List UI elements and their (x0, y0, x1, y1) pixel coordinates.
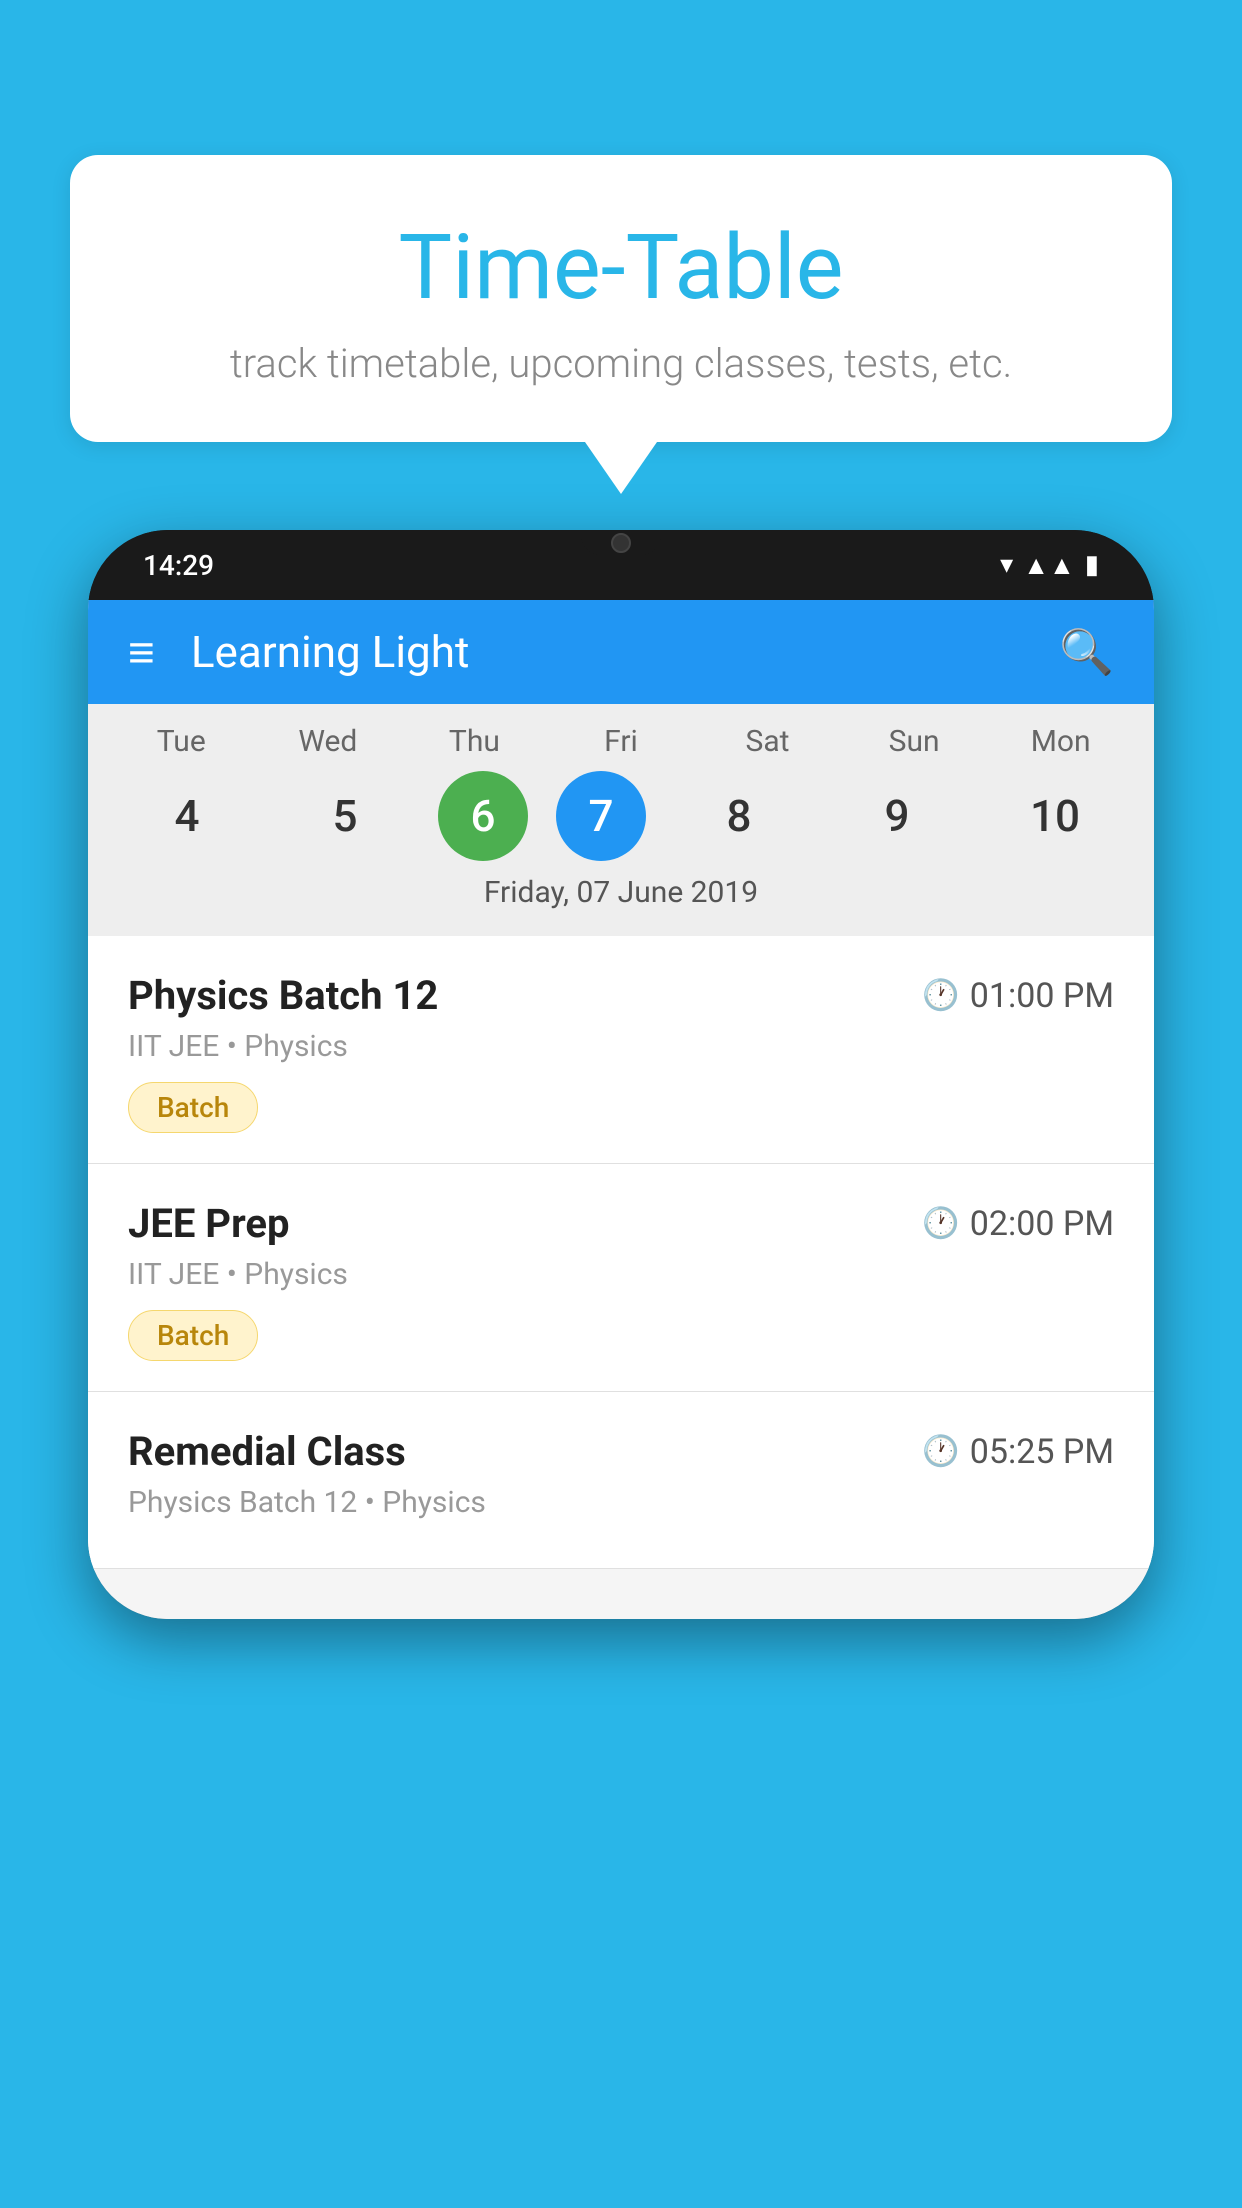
schedule-item-1-time: 🕐 01:00 PM (922, 976, 1114, 1016)
schedule-item-2-title: JEE Prep (128, 1200, 289, 1247)
day-6-today[interactable]: 6 (438, 771, 528, 861)
batch-tag-2: Batch (128, 1310, 258, 1361)
clock-icon-2: 🕐 (922, 1206, 959, 1241)
day-numbers: 4 5 6 7 8 9 10 (88, 771, 1154, 861)
menu-icon[interactable]: ≡ (128, 625, 155, 680)
app-bar: ≡ Learning Light 🔍 (88, 600, 1154, 704)
schedule-item-3[interactable]: Remedial Class 🕐 05:25 PM Physics Batch … (88, 1392, 1154, 1569)
status-time: 14:29 (143, 549, 214, 582)
schedule-item-1-header: Physics Batch 12 🕐 01:00 PM (128, 972, 1114, 1019)
schedule-item-3-header: Remedial Class 🕐 05:25 PM (128, 1428, 1114, 1475)
day-header-tue: Tue (116, 724, 246, 759)
schedule-item-3-subtitle: Physics Batch 12 • Physics (128, 1485, 1114, 1520)
day-header-mon: Mon (996, 724, 1126, 759)
calendar-strip: Tue Wed Thu Fri Sat Sun Mon 4 5 6 7 8 9 … (88, 704, 1154, 936)
day-8[interactable]: 8 (674, 771, 804, 861)
page-subtitle: track timetable, upcoming classes, tests… (150, 340, 1092, 387)
batch-tag-1: Batch (128, 1082, 258, 1133)
schedule-item-2[interactable]: JEE Prep 🕐 02:00 PM IIT JEE • Physics Ba… (88, 1164, 1154, 1392)
notch (581, 530, 661, 555)
status-bar: 14:29 ▾ ▲▲ ▮ (88, 530, 1154, 600)
clock-icon-1: 🕐 (922, 978, 959, 1013)
day-4[interactable]: 4 (122, 771, 252, 861)
schedule-item-3-title: Remedial Class (128, 1428, 406, 1475)
clock-icon-3: 🕐 (922, 1434, 959, 1469)
schedule-item-1[interactable]: Physics Batch 12 🕐 01:00 PM IIT JEE • Ph… (88, 936, 1154, 1164)
phone-mockup: 14:29 ▾ ▲▲ ▮ ≡ Learning Light 🔍 Tue (88, 530, 1154, 1619)
day-10[interactable]: 10 (990, 771, 1120, 861)
day-5[interactable]: 5 (280, 771, 410, 861)
phone-screen: ≡ Learning Light 🔍 Tue Wed Thu Fri Sat S… (88, 600, 1154, 1619)
day-9[interactable]: 9 (832, 771, 962, 861)
schedule-item-2-time: 🕐 02:00 PM (922, 1204, 1114, 1244)
schedule-item-3-time: 🕐 05:25 PM (922, 1432, 1114, 1472)
schedule-item-1-subtitle: IIT JEE • Physics (128, 1029, 1114, 1064)
wifi-icon: ▾ (1000, 550, 1013, 580)
speech-bubble-card: Time-Table track timetable, upcoming cla… (70, 155, 1172, 442)
phone-body: 14:29 ▾ ▲▲ ▮ ≡ Learning Light 🔍 Tue (88, 530, 1154, 1619)
selected-date-label: Friday, 07 June 2019 (88, 875, 1154, 926)
day-header-sun: Sun (849, 724, 979, 759)
schedule-item-2-subtitle: IIT JEE • Physics (128, 1257, 1114, 1292)
day-header-thu: Thu (409, 724, 539, 759)
speech-bubble-section: Time-Table track timetable, upcoming cla… (70, 155, 1172, 494)
status-icons: ▾ ▲▲ ▮ (1000, 550, 1099, 581)
speech-bubble-tail (585, 442, 657, 494)
battery-icon: ▮ (1085, 550, 1099, 580)
search-icon[interactable]: 🔍 (1059, 626, 1114, 678)
schedule-list: Physics Batch 12 🕐 01:00 PM IIT JEE • Ph… (88, 936, 1154, 1569)
day-header-fri: Fri (556, 724, 686, 759)
schedule-item-1-title: Physics Batch 12 (128, 972, 438, 1019)
page-title: Time-Table (150, 215, 1092, 320)
day-headers: Tue Wed Thu Fri Sat Sun Mon (88, 724, 1154, 759)
day-7-selected[interactable]: 7 (556, 771, 646, 861)
day-header-sat: Sat (703, 724, 833, 759)
front-camera (611, 533, 631, 553)
app-bar-title: Learning Light (191, 626, 1059, 678)
phone-bottom-spacer (88, 1569, 1154, 1619)
day-header-wed: Wed (263, 724, 393, 759)
schedule-item-2-header: JEE Prep 🕐 02:00 PM (128, 1200, 1114, 1247)
signal-icon: ▲▲ (1023, 550, 1074, 581)
